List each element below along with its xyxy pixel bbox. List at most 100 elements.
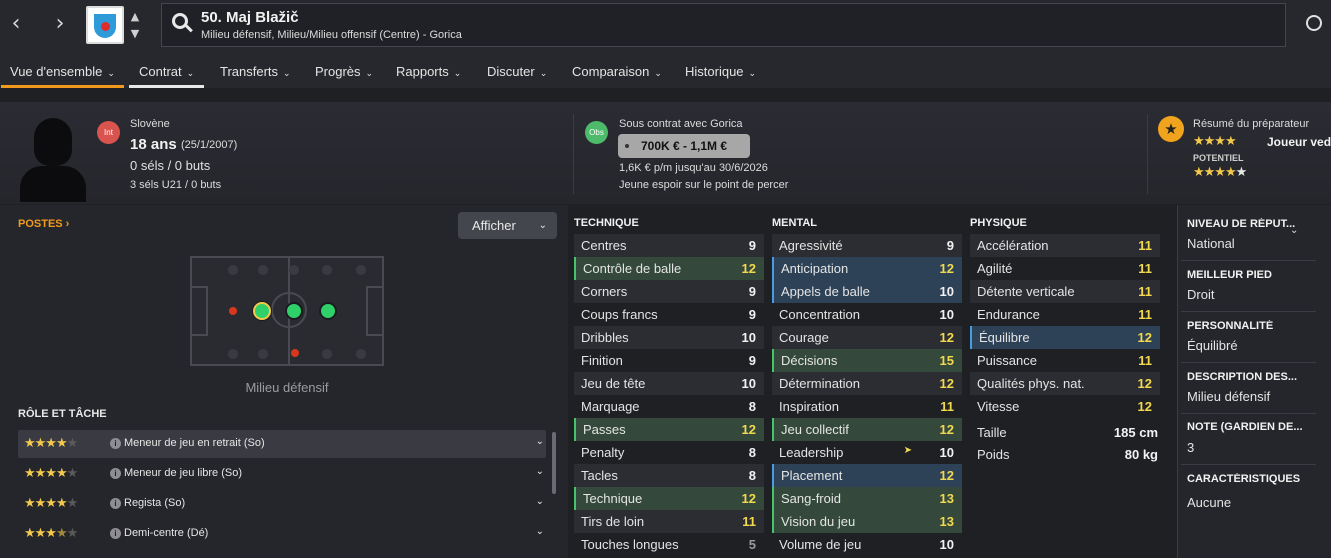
attribute-row[interactable]: Anticipation 12 bbox=[772, 257, 962, 280]
characteristics-value: Aucune bbox=[1187, 495, 1232, 510]
pitch-position-dot[interactable] bbox=[319, 302, 337, 320]
attribute-row[interactable]: Volume de jeu 10 bbox=[772, 533, 962, 556]
attribute-row[interactable]: Inspiration 11 bbox=[772, 395, 962, 418]
attribute-row[interactable]: Qualités phys. nat. 12 bbox=[970, 372, 1160, 395]
search-icon[interactable] bbox=[172, 13, 188, 29]
back-arrow-icon[interactable]: ‹ bbox=[2, 10, 30, 38]
role-stars: ★★★★★ bbox=[24, 466, 78, 481]
chevron-down-icon[interactable]: ⌄ bbox=[536, 496, 544, 507]
attribute-row[interactable]: Corners 9 bbox=[574, 280, 764, 303]
info-icon[interactable]: i bbox=[110, 438, 121, 449]
forward-arrow-icon[interactable]: › bbox=[46, 10, 74, 38]
globe-icon[interactable] bbox=[1306, 15, 1322, 31]
tab-transfers[interactable]: Transferts ⌄ bbox=[220, 52, 291, 88]
info-icon[interactable]: i bbox=[110, 498, 121, 509]
potential-stars: ★★★★★ bbox=[1193, 165, 1247, 180]
role-row[interactable]: ★★★★★ i Meneur de jeu libre (So) ⌄ bbox=[18, 460, 546, 488]
attribute-value: 12 bbox=[741, 491, 756, 506]
pitch-position-dot-selected[interactable] bbox=[253, 302, 271, 320]
attribute-row[interactable]: Détermination 12 bbox=[772, 372, 962, 395]
pitch-position-dot[interactable] bbox=[285, 302, 303, 320]
attribute-row[interactable]: Marquage 8 bbox=[574, 395, 764, 418]
attribute-row[interactable]: Tacles 8 bbox=[574, 464, 764, 487]
obs-badge[interactable]: Obs bbox=[585, 121, 608, 144]
attribute-row[interactable]: Vision du jeu 13 bbox=[772, 510, 962, 533]
attribute-row[interactable]: Équilibre 12 bbox=[970, 326, 1160, 349]
tab-label: Vue d'ensemble bbox=[10, 64, 103, 79]
tab-progress[interactable]: Progrès ⌄ bbox=[315, 52, 373, 88]
attribute-row[interactable]: Penalty 8 bbox=[574, 441, 764, 464]
pitch-position-dot[interactable] bbox=[228, 349, 238, 359]
positions-title[interactable]: POSTES › bbox=[18, 218, 69, 230]
attribute-row[interactable]: Technique 12 bbox=[574, 487, 764, 510]
attribute-row[interactable]: Jeu de tête 10 bbox=[574, 372, 764, 395]
attribute-value: 8 bbox=[748, 399, 756, 414]
tab-overview[interactable]: Vue d'ensemble ⌄ bbox=[1, 52, 124, 88]
tab-discuss[interactable]: Discuter ⌄ bbox=[487, 52, 547, 88]
club-crest-icon[interactable] bbox=[86, 6, 124, 44]
pitch-position-dot[interactable] bbox=[356, 349, 366, 359]
attribute-row[interactable]: Décisions 15 bbox=[772, 349, 962, 372]
attribute-row[interactable]: Agilité 11 bbox=[970, 257, 1160, 280]
attribute-row[interactable]: Accélération 11 bbox=[970, 234, 1160, 257]
tab-history[interactable]: Historique ⌄ bbox=[685, 52, 756, 88]
pitch-position-dot[interactable] bbox=[322, 265, 332, 275]
attribute-row[interactable]: Passes 12 bbox=[574, 418, 764, 441]
chevron-down-icon[interactable]: ⌄ bbox=[536, 436, 544, 447]
tab-comparison[interactable]: Comparaison ⌄ bbox=[572, 52, 662, 88]
pitch-position-dot[interactable] bbox=[291, 349, 299, 357]
attribute-name: Vision du jeu bbox=[781, 514, 856, 529]
attribute-row[interactable]: Concentration 10 bbox=[772, 303, 962, 326]
attribute-row[interactable]: Touches longues 5 bbox=[574, 533, 764, 556]
int-badge[interactable]: Int bbox=[97, 121, 120, 144]
attribute-row[interactable]: Appels de balle 10 bbox=[772, 280, 962, 303]
role-row[interactable]: ★★★★★ i Meneur de jeu en retrait (So) ⌄ bbox=[18, 430, 546, 458]
attribute-value: 13 bbox=[939, 514, 954, 529]
attribute-row[interactable]: Centres 9 bbox=[574, 234, 764, 257]
attribute-row[interactable]: Vitesse 12 bbox=[970, 395, 1160, 418]
attribute-row[interactable]: Contrôle de balle 12 bbox=[574, 257, 764, 280]
coach-role: Joueur ved bbox=[1267, 135, 1331, 149]
pitch-position-dot[interactable] bbox=[356, 265, 366, 275]
attribute-row[interactable]: Tirs de loin 11 bbox=[574, 510, 764, 533]
pitch-position-dot[interactable] bbox=[258, 265, 268, 275]
role-name: Demi-centre (Dé) bbox=[124, 527, 209, 539]
attribute-row[interactable]: Endurance 11 bbox=[970, 303, 1160, 326]
pitch-position-dot[interactable] bbox=[229, 307, 237, 315]
pitch-position-dot[interactable] bbox=[322, 349, 332, 359]
show-dropdown[interactable]: Afficher ⌄ bbox=[458, 212, 557, 239]
attribute-row[interactable]: Dribbles 10 bbox=[574, 326, 764, 349]
role-row[interactable]: ★★★★★ i Demi-centre (Dé) ⌄ bbox=[18, 520, 546, 548]
updown-icon[interactable]: ▲ ▼ bbox=[128, 8, 142, 42]
tab-contract[interactable]: Contrat ⌄ bbox=[129, 52, 205, 88]
info-icon[interactable]: i bbox=[110, 528, 121, 539]
chevron-down-icon[interactable]: ⌄ bbox=[1290, 225, 1298, 236]
attribute-row[interactable]: Agressivité 9 bbox=[772, 234, 962, 257]
chevron-down-icon[interactable]: ⌄ bbox=[536, 466, 544, 477]
chevron-down-icon[interactable]: ⌄ bbox=[536, 526, 544, 537]
pitch-position-dot[interactable] bbox=[258, 349, 268, 359]
pitch-position-dot[interactable] bbox=[289, 265, 299, 275]
pitch-position-dot[interactable] bbox=[228, 265, 238, 275]
attribute-row[interactable]: Sang-froid 13 bbox=[772, 487, 962, 510]
roles-scrollbar[interactable] bbox=[552, 432, 556, 494]
attribute-row[interactable]: Détente verticale 11 bbox=[970, 280, 1160, 303]
attribute-name: Détente verticale bbox=[977, 284, 1075, 299]
role-row[interactable]: ★★★★★ i Regista (So) ⌄ bbox=[18, 490, 546, 518]
attribute-name: Agressivité bbox=[779, 238, 843, 253]
height-value: 185 cm bbox=[1113, 425, 1158, 440]
attribute-row[interactable]: Finition 9 bbox=[574, 349, 764, 372]
attribute-row[interactable]: Courage 12 bbox=[772, 326, 962, 349]
attribute-row[interactable]: Puissance 11 bbox=[970, 349, 1160, 372]
search-box[interactable]: 50. Maj Blažič Milieu défensif, Milieu/M… bbox=[161, 3, 1286, 47]
attribute-row[interactable]: Placement 12 bbox=[772, 464, 962, 487]
info-icon[interactable]: i bbox=[110, 468, 121, 479]
value-range[interactable]: 700K € - 1,1M € bbox=[618, 134, 750, 158]
player-silhouette-icon bbox=[18, 118, 88, 202]
attribute-row[interactable]: Jeu collectif 12 bbox=[772, 418, 962, 441]
tab-label: Progrès bbox=[315, 64, 361, 79]
attribute-name: Concentration bbox=[779, 307, 860, 322]
attribute-row[interactable]: Coups francs 9 bbox=[574, 303, 764, 326]
tab-reports[interactable]: Rapports ⌄ bbox=[396, 52, 461, 88]
attribute-row[interactable]: Leadership ➤ 10 bbox=[772, 441, 962, 464]
